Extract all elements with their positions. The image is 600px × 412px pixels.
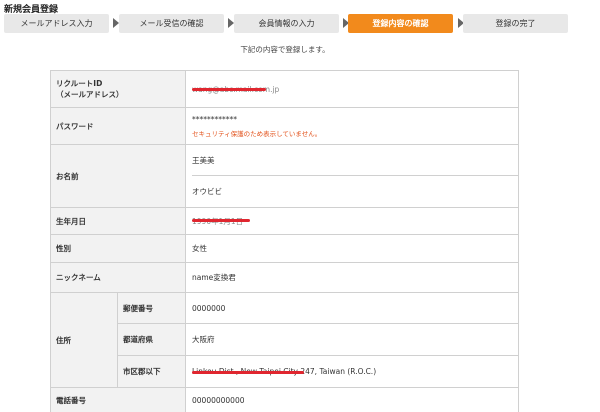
recruit-id-label-line1: リクルートID bbox=[56, 79, 103, 88]
prefecture-value: 大阪府 bbox=[192, 335, 215, 344]
redaction-mark bbox=[192, 88, 266, 91]
nickname-value: name変換君 bbox=[192, 273, 236, 282]
table-row: パスワード ************ セキュリティ保護のため表示していません。 bbox=[51, 108, 518, 145]
prefecture-label: 都道府県 bbox=[117, 324, 186, 355]
address-city-row: 市区郡以下 Linkou Dist., New Taipei City 247,… bbox=[117, 356, 518, 387]
recruit-id-label-line2: （メールアドレス） bbox=[56, 90, 124, 99]
name-kana: オウビビ bbox=[192, 187, 222, 196]
recruit-id-label: リクルートID （メールアドレス） bbox=[51, 71, 186, 107]
table-row: 性別 女性 bbox=[51, 235, 518, 263]
nickname-label: ニックネーム bbox=[51, 263, 186, 292]
table-row: 生年月日 1990年1月1日 bbox=[51, 208, 518, 235]
name-kanji: 王美美 bbox=[192, 145, 518, 176]
redaction-mark bbox=[192, 371, 304, 374]
postal-label: 郵便番号 bbox=[117, 293, 186, 323]
progress-steps: メールアドレス入力 メール受信の確認 会員情報の入力 登録内容の確認 登録の完了 bbox=[4, 14, 568, 33]
address-prefecture-row: 都道府県 大阪府 bbox=[117, 324, 518, 356]
birthday-label: 生年月日 bbox=[51, 208, 186, 234]
table-row: 住所 郵便番号 0000000 都道府県 大阪府 市区郡以下 Linkou Di… bbox=[51, 293, 518, 388]
table-row: 電話番号 00000000000 bbox=[51, 388, 518, 412]
password-note: セキュリティ保護のため表示していません。 bbox=[192, 129, 322, 138]
step-member-info: 会員情報の入力 bbox=[234, 14, 339, 33]
name-label: お名前 bbox=[51, 145, 186, 207]
gender-value: 女性 bbox=[192, 244, 207, 253]
intro-text: 下記の内容で登録します。 bbox=[240, 45, 330, 54]
password-label: パスワード bbox=[51, 108, 186, 144]
password-mask: ************ bbox=[192, 114, 237, 124]
gender-label: 性別 bbox=[51, 235, 186, 262]
phone-label: 電話番号 bbox=[51, 388, 186, 412]
step-mail-confirm: メール受信の確認 bbox=[119, 14, 224, 33]
city-label: 市区郡以下 bbox=[117, 356, 186, 387]
address-label: 住所 bbox=[51, 293, 117, 387]
confirmation-table: リクルートID （メールアドレス） wang@abc.mail.com.jp パ… bbox=[50, 70, 519, 412]
table-row: リクルートID （メールアドレス） wang@abc.mail.com.jp bbox=[51, 71, 518, 108]
step-complete: 登録の完了 bbox=[463, 14, 568, 33]
password-value: ************ セキュリティ保護のため表示していません。 bbox=[192, 108, 518, 144]
step-email-input: メールアドレス入力 bbox=[4, 14, 109, 33]
address-postal-row: 郵便番号 0000000 bbox=[117, 293, 518, 324]
table-row: ニックネーム name変換君 bbox=[51, 263, 518, 293]
step-confirm-registration: 登録内容の確認 bbox=[348, 14, 453, 33]
redaction-mark bbox=[192, 219, 250, 222]
postal-value: 0000000 bbox=[192, 303, 226, 313]
phone-value: 00000000000 bbox=[192, 396, 245, 405]
table-row: お名前 王美美 オウビビ bbox=[51, 145, 518, 208]
